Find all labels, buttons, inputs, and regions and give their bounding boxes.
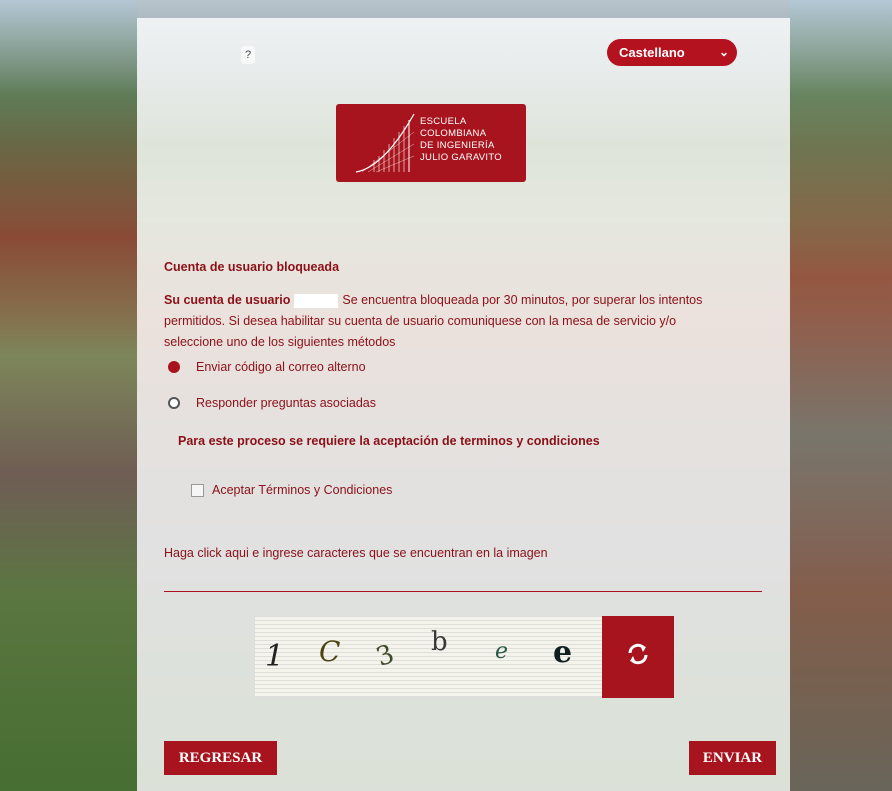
captcha-image: 1 C 3 b e e [254, 616, 603, 698]
method-email-option[interactable]: Enviar código al correo alterno [168, 360, 366, 374]
captcha-char: e [495, 639, 509, 664]
captcha-char: e [553, 635, 573, 670]
radio-unselected[interactable] [168, 397, 180, 409]
username-redacted [294, 293, 339, 308]
campus-background-left [0, 0, 137, 791]
unlock-panel: ? Castellano ⌄ ESCUELA COLOMBIANA DE ING… [137, 18, 790, 791]
campus-background-right [789, 0, 892, 791]
captcha-char: 1 [265, 639, 285, 674]
terms-notice: Para este proceso se requiere la aceptac… [178, 434, 600, 448]
captcha-refresh-button[interactable] [602, 616, 674, 698]
captcha-hint[interactable]: Haga click aqui e ingrese caracteres que… [164, 546, 548, 560]
university-logo: ESCUELA COLOMBIANA DE INGENIERÍA JULIO G… [336, 104, 526, 182]
lockout-message: Su cuenta de usuario Se encuentra bloquea… [164, 293, 703, 349]
language-select[interactable]: Castellano ⌄ [607, 39, 737, 66]
send-button[interactable]: ENVIAR [689, 741, 776, 775]
lockout-title: Cuenta de usuario bloqueada [164, 260, 340, 274]
checkbox-box[interactable] [191, 483, 204, 497]
captcha-char: b [431, 627, 448, 657]
refresh-icon [628, 643, 648, 665]
captcha-char: 3 [372, 639, 399, 673]
method-questions-option[interactable]: Responder preguntas asociadas [168, 396, 376, 410]
captcha-char: C [319, 635, 341, 668]
back-button[interactable]: REGRESAR [164, 741, 277, 775]
accept-terms-checkbox[interactable]: Aceptar Términos y Condiciones [191, 483, 392, 497]
language-value: Castellano [619, 45, 685, 60]
chevron-down-icon: ⌄ [718, 45, 729, 59]
divider [164, 591, 762, 592]
logo-emblem-icon [355, 113, 415, 173]
radio-selected[interactable] [168, 361, 180, 373]
logo-text: ESCUELA COLOMBIANA DE INGENIERÍA JULIO G… [420, 116, 502, 163]
help-button[interactable]: ? [241, 46, 255, 64]
